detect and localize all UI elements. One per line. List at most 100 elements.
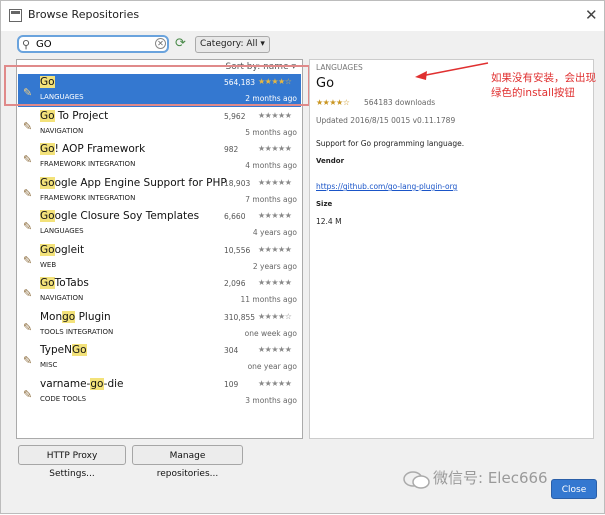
plugin-updated-date: one year ago: [247, 362, 297, 371]
plugin-category: LANGUAGES: [40, 227, 84, 235]
plugin-downloads: 10,556: [224, 245, 251, 255]
plugin-name-prefix: varname-: [40, 377, 91, 390]
plugin-list-item[interactable]: ✎ Go To Project NAVIGATION 5,962 ★★★★★ 5 mont…: [18, 108, 301, 141]
search-match-highlight: Go: [40, 109, 55, 122]
detail-description: Support for Go programming language.: [316, 139, 465, 148]
plugin-downloads: 109: [224, 379, 239, 389]
plugin-name-suffix: ToTabs: [54, 277, 89, 289]
plugin-list-item[interactable]: ✎ Go! AOP Framework FRAMEWORK INTEGRATION 9…: [18, 141, 301, 174]
close-window-icon[interactable]: ✕: [585, 6, 598, 24]
annotation-note: 如果没有安装，会出现绿色的install按钮: [491, 72, 596, 99]
plugin-list-item[interactable]: ✎ Mongo Plugin TOOLS INTEGRATION 310,855 ★★★…: [18, 309, 301, 342]
plugin-rating-stars: ★★★★☆: [258, 311, 292, 321]
detail-vendor-link[interactable]: https://github.com/go-lang-plugin-org: [316, 182, 457, 191]
search-match-highlight: go: [90, 377, 104, 390]
plugin-downloads: 310,855: [224, 312, 256, 322]
plugin-downloads: 982: [224, 145, 239, 154]
plugin-list-item[interactable]: ✎ varname-go-die CODE TOOLS 109 ★★★★★ 3 month…: [18, 376, 301, 409]
plugin-rating-stars: ★★★★★: [258, 244, 292, 254]
plugin-category: FRAMEWORK INTEGRATION: [40, 160, 136, 168]
plugin-updated-date: 7 months ago: [245, 194, 297, 204]
plugin-updated-date: 3 months ago: [245, 395, 297, 405]
plugin-updated-date: one week ago: [244, 328, 297, 338]
plugin-name-suffix: -die: [103, 377, 124, 390]
plug-icon: ✎: [23, 186, 33, 200]
plugin-updated-date: 5 months ago: [245, 127, 297, 137]
plugin-list-item[interactable]: ✎ GoToTabs NAVIGATION 2,096 ★★★★★ 11 months a…: [18, 275, 301, 308]
search-input[interactable]: [36, 38, 146, 51]
detail-category: LANGUAGES: [316, 63, 363, 72]
title-bar: Browse Repositories ✕: [1, 1, 604, 31]
wechat-icon: [403, 471, 430, 489]
search-match-highlight: Go: [40, 176, 55, 189]
plugin-downloads: 18,903: [224, 178, 251, 188]
plugin-category: NAVIGATION: [40, 126, 84, 135]
plugin-downloads: 2,096: [224, 279, 246, 288]
detail-updated: Updated 2016/8/15 0015 v0.11.1789: [316, 116, 456, 125]
plugin-name: Google Closure Soy Templates: [40, 210, 199, 222]
plugin-updated-date: 4 months ago: [245, 161, 297, 170]
plugin-category: FRAMEWORK INTEGRATION: [40, 193, 136, 202]
search-field[interactable]: ⚲ ✕: [17, 35, 169, 53]
selection-highlight-box: [4, 65, 310, 106]
plugin-name-prefix: Mon: [40, 310, 63, 323]
http-proxy-settings-button[interactable]: HTTP Proxy Settings...: [18, 445, 126, 479]
plugin-updated-date: 2 years ago: [252, 261, 297, 271]
search-icon: ⚲: [22, 38, 31, 51]
plug-icon: ✎: [23, 354, 33, 367]
detail-downloads: 564183 downloads: [364, 98, 436, 107]
plug-icon: ✎: [23, 153, 33, 166]
search-match-highlight: Go: [40, 210, 55, 222]
search-match-highlight: Go: [40, 143, 55, 155]
detail-rating-stars: ★★★★☆: [316, 98, 350, 107]
plugin-updated-date: 4 years ago: [252, 228, 297, 237]
plugin-name-suffix: ! AOP Framework: [54, 143, 146, 155]
plugin-name: varname-go-die: [40, 377, 124, 390]
plugin-name-suffix: ogle Closure Soy Templates: [54, 210, 200, 222]
plugin-name: Google App Engine Support for PHP: [40, 176, 227, 189]
plugin-category: CODE TOOLS: [40, 394, 87, 403]
plugin-list: Sort by: name ▾ ✎ Go LANGUAGES 564,183 ★★★★☆…: [16, 59, 303, 439]
plugin-name: TypeNGo: [40, 344, 87, 356]
plugin-list-item[interactable]: ✎ TypeNGo MISC 304 ★★★★★ one year ago: [18, 342, 301, 375]
plugin-rating-stars: ★★★★★: [258, 378, 292, 388]
plugin-detail-panel: LANGUAGES Go ★★★★☆ 564183 downloads Upda…: [309, 59, 594, 439]
plug-icon: ✎: [23, 387, 33, 401]
clear-search-icon[interactable]: ✕: [155, 38, 166, 49]
plugin-rating-stars: ★★★★★: [258, 278, 292, 287]
plugin-name: Go! AOP Framework: [40, 143, 145, 155]
plugin-rating-stars: ★★★★★: [258, 211, 292, 220]
plugin-category: MISC: [40, 361, 58, 369]
plugin-category: TOOLS INTEGRATION: [40, 327, 114, 336]
plugin-rating-stars: ★★★★★: [258, 144, 292, 153]
plugin-downloads: 5,962: [224, 111, 246, 121]
plug-icon: ✎: [23, 119, 33, 133]
window-icon: [9, 9, 22, 22]
close-button[interactable]: Close: [551, 479, 597, 499]
refresh-icon[interactable]: ⟳: [175, 36, 186, 51]
plugin-name: Go To Project: [40, 109, 109, 122]
search-match-highlight: Go: [40, 243, 55, 256]
plugin-rating-stars: ★★★★★: [258, 345, 292, 354]
plugin-updated-date: 11 months ago: [240, 295, 297, 304]
plugin-name-suffix: To Project: [54, 109, 109, 122]
plugin-list-item[interactable]: ✎ Google Closure Soy Templates LANGUAGES 6,…: [18, 208, 301, 241]
detail-size: 12.4 M: [316, 217, 342, 226]
search-match-highlight: Go: [71, 344, 87, 356]
plugin-name-suffix: Plugin: [75, 310, 111, 323]
plugin-list-item[interactable]: ✎ Google App Engine Support for PHP FRAMEW…: [18, 175, 301, 208]
plugin-rating-stars: ★★★★★: [258, 177, 292, 187]
plug-icon: ✎: [23, 320, 33, 334]
plugin-name: Googleit: [40, 243, 84, 256]
plugin-category: WEB: [40, 260, 57, 269]
category-dropdown-label: Category: All: [200, 39, 258, 49]
manage-repositories-button[interactable]: Manage repositories...: [132, 445, 243, 479]
category-dropdown[interactable]: Category: All ▾: [195, 36, 270, 53]
plug-icon: ✎: [23, 287, 33, 300]
plug-icon: ✎: [23, 220, 33, 233]
plugin-name: GoToTabs: [40, 277, 89, 289]
plugin-name-suffix: ogle App Engine Support for PHP: [54, 176, 227, 189]
plugin-list-item[interactable]: ✎ Googleit WEB 10,556 ★★★★★ 2 years ago: [18, 242, 301, 275]
plugin-downloads: 6,660: [224, 212, 246, 221]
detail-size-label: Size: [316, 200, 333, 208]
